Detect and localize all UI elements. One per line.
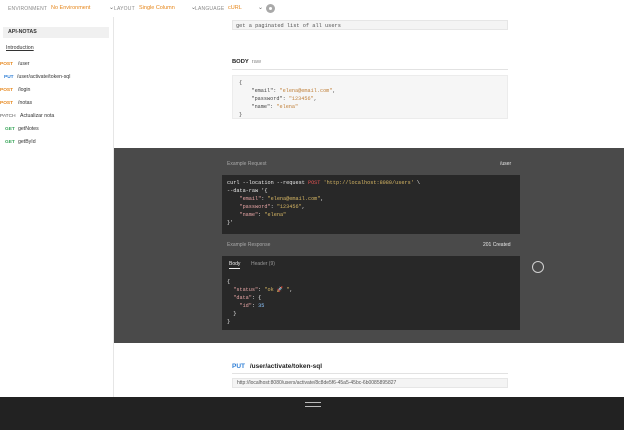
environment-label: ENVIRONMENT xyxy=(8,6,48,12)
method-badge: GET xyxy=(5,126,15,132)
code-punct: , xyxy=(313,96,317,102)
sidebar-item-get-notes[interactable]: GET getNotes xyxy=(0,125,39,133)
response-status: 201 Created xyxy=(483,242,511,248)
body-label: BODY xyxy=(232,59,249,65)
sidebar-item-label: Actualizar nota xyxy=(20,113,55,119)
code-text: \ xyxy=(413,180,421,186)
language-chevron-down-icon[interactable]: ⌄ xyxy=(258,4,263,11)
code-text: curl --location --request xyxy=(227,180,308,186)
sidebar-item-label: /login xyxy=(18,87,31,93)
endpoint-path: /user/activate/token-sql xyxy=(249,363,323,370)
request-body-code: { "email": "elena@email.com", "password"… xyxy=(232,75,508,119)
example-response-label: Example Response xyxy=(227,242,271,248)
main-content: get a paginated list of all users BODY ra… xyxy=(114,17,624,397)
loading-spinner-icon xyxy=(532,261,544,273)
code-string: "elena@email.com" xyxy=(279,88,333,94)
curl-code-block: curl --location --request POST 'http://l… xyxy=(222,175,520,234)
code-url: 'http://localhost:8080/users' xyxy=(323,180,414,186)
example-request-label: Example Request xyxy=(227,161,267,167)
language-label: LANGUAGE xyxy=(195,6,225,12)
method-badge: PATCH xyxy=(0,113,16,119)
method-badge: POST xyxy=(0,87,14,93)
code-text: --data-raw '{ xyxy=(227,188,268,194)
tab-header-count: (9) xyxy=(268,261,275,267)
code-text: }' xyxy=(227,220,234,226)
response-body-code: { "status": "ok 🚀 ", "data": { "id": 35 … xyxy=(227,279,293,325)
endpoint-heading: PUT /user/activate/token-sql xyxy=(232,363,322,370)
code-method: POST xyxy=(307,180,321,186)
code-string: "123456" xyxy=(288,96,314,102)
body-heading: BODY raw xyxy=(232,59,261,65)
method-badge: POST xyxy=(0,61,14,67)
request-url: http://localhost:8080/users/activate/8c8… xyxy=(232,378,508,388)
method-badge: GET xyxy=(5,139,15,145)
response-panel: Body Header (9) { "status": "ok 🚀 ", "da… xyxy=(222,256,520,330)
tab-body[interactable]: Body xyxy=(229,261,241,269)
collection-title[interactable]: API-NOTAS xyxy=(3,27,109,38)
code-line: { xyxy=(239,80,243,86)
code-string: "elena@email.com" xyxy=(267,196,321,202)
sidebar-item-get-by-id[interactable]: GET getById xyxy=(0,138,36,146)
sidebar-item-put-activate[interactable]: PUT /user/activate/token-sql xyxy=(0,73,70,81)
sidebar: API-NOTAS Introduction POST /user PUT /u… xyxy=(0,17,114,397)
sidebar-item-patch-nota[interactable]: PATCH Actualizar nota xyxy=(0,112,54,120)
code-string: "elena" xyxy=(264,212,287,218)
code-punct: , xyxy=(332,88,336,94)
body-type: raw xyxy=(251,59,262,65)
gear-icon[interactable] xyxy=(266,4,275,13)
code-key: "email" xyxy=(227,196,262,202)
code-key: "id" xyxy=(227,303,252,309)
code-key: "password": xyxy=(239,96,289,102)
layout-label: LAYOUT xyxy=(114,6,135,12)
sidebar-item-label: /notas xyxy=(18,100,33,106)
code-key: "email": xyxy=(239,88,280,94)
example-request-path: /user xyxy=(500,161,512,167)
code-number: 35 xyxy=(258,303,265,309)
tab-header[interactable]: Header (9) xyxy=(251,261,275,267)
code-string: "123456" xyxy=(276,204,302,210)
language-select[interactable]: cURL xyxy=(228,5,242,11)
environment-select[interactable]: No Environment xyxy=(51,5,90,11)
code-key: "name": xyxy=(239,104,277,110)
divider xyxy=(232,373,508,374)
top-toolbar: ENVIRONMENT No Environment ⌄ LAYOUT Sing… xyxy=(0,0,624,18)
code-string: "ok 🚀 " xyxy=(264,287,290,293)
sidebar-item-post-login[interactable]: POST /login xyxy=(0,86,30,94)
code-key: "password" xyxy=(227,204,271,210)
sidebar-item-introduction[interactable]: Introduction xyxy=(6,45,34,51)
code-key: "name" xyxy=(227,212,259,218)
divider xyxy=(232,69,508,70)
code-string: "elena" xyxy=(276,104,299,110)
tab-header-label: Header xyxy=(251,261,268,267)
sidebar-item-post-notas[interactable]: POST /notas xyxy=(0,99,32,107)
drag-handle-icon[interactable] xyxy=(305,402,321,407)
code-key: "status" xyxy=(227,287,259,293)
layout-select[interactable]: Single Column xyxy=(139,5,175,11)
method-badge: PUT xyxy=(232,363,245,370)
request-description: get a paginated list of all users xyxy=(232,20,508,30)
method-badge: PUT xyxy=(4,74,14,80)
method-badge: POST xyxy=(0,100,14,106)
code-key: "data" xyxy=(227,295,252,301)
sidebar-item-label: /user xyxy=(18,61,30,67)
bottom-panel xyxy=(0,397,624,430)
sidebar-item-label: getNotes xyxy=(18,126,39,132)
code-line: } xyxy=(239,112,243,118)
sidebar-item-label: getById xyxy=(18,139,36,145)
sidebar-item-label: /user/activate/token-sql xyxy=(17,74,71,80)
example-panel: Example Request /user curl --location --… xyxy=(114,148,624,343)
sidebar-item-post-user[interactable]: POST /user xyxy=(0,60,30,68)
